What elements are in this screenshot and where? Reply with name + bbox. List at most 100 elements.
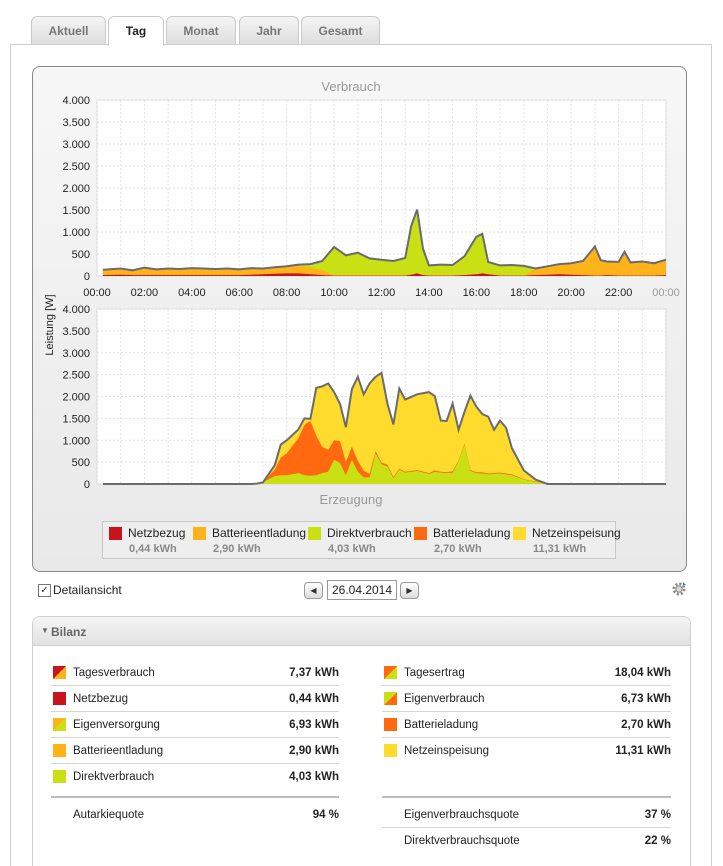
x-tick-label: 08:00 — [273, 287, 301, 299]
chart-title-erzeugung: Erzeugung — [320, 492, 383, 507]
y-tick-label: 2.000 — [62, 183, 90, 195]
bilanz-value: 0,44 kWh — [289, 693, 339, 705]
bilanz-label: Tagesertrag — [404, 667, 465, 679]
bilanz-value: 6,93 kWh — [289, 719, 339, 731]
x-tick-label: 16:00 — [463, 287, 491, 299]
bilanz-row-batterieladung: Batterieladung 2,70 kWh — [382, 712, 671, 738]
legend-swatch — [109, 527, 122, 540]
detailansicht-checkbox[interactable]: ✓ — [38, 584, 51, 597]
bilanz-label: Eigenversorgung — [73, 719, 160, 731]
y-tick-label: 1.000 — [62, 227, 90, 239]
bilanz-value: 37 % — [644, 809, 671, 821]
bilanz-value: 11,31 kWh — [615, 745, 671, 757]
bilanz-value: 22 % — [644, 835, 671, 847]
swatch-icon — [384, 744, 397, 757]
bilanz-label: Direktverbrauchsquote — [404, 835, 520, 847]
chart-legend: Netzbezug 0,44 kWh Batterieentladung 2,9… — [102, 521, 621, 559]
next-day-button[interactable]: ▶ — [400, 582, 419, 599]
bilanz-label: Eigenverbrauch — [404, 693, 485, 705]
bilanz-row-netzeinspeisung: Netzeinspeisung 11,31 kWh — [382, 738, 671, 764]
legend-value: 2,90 kWh — [213, 543, 261, 555]
bilanz-value: 7,37 kWh — [289, 667, 339, 679]
bilanz-title: Bilanz — [51, 625, 87, 639]
bilanz-label: Autarkiequote — [73, 809, 144, 821]
y-tick-label: 1.500 — [62, 205, 90, 217]
bilanz-label: Batterieladung — [404, 719, 479, 731]
chart-controls: ✓ Detailansicht ◀ 26.04.2014 ▶ — [0, 578, 723, 602]
x-tick-label: 18:00 — [510, 287, 538, 299]
x-tick-label: 00:00 — [83, 287, 111, 299]
legend-label: Batterieentladung — [212, 526, 307, 540]
legend-swatch — [513, 527, 526, 540]
bilanz-separator — [382, 796, 671, 798]
y-tick-label: 1.500 — [62, 413, 90, 425]
bilanz-row-eigenverbrauch: Eigenverbrauch 6,73 kWh — [382, 686, 671, 712]
bilanz-row-tagesertrag: Tagesertrag 18,04 kWh — [382, 660, 671, 686]
legend-value: 4,03 kWh — [328, 543, 376, 555]
y-tick-label: 0 — [84, 271, 90, 283]
x-tick-label: 06:00 — [225, 287, 253, 299]
bilanz-value: 18,04 kWh — [614, 667, 671, 679]
bilanz-row-direktverbrauch: Direktverbrauch 4,03 kWh — [51, 764, 339, 790]
swatch-icon — [384, 666, 397, 679]
energy-chart: 0 500 1.000 1.500 2.000 2.500 3.000 3.500 4.000 0… — [44, 79, 680, 507]
bilanz-value: 2,70 kWh — [621, 719, 671, 731]
y-tick-label: 0 — [84, 479, 90, 491]
date-field[interactable]: 26.04.2014 — [327, 580, 397, 600]
y-tick-label: 3.000 — [62, 348, 90, 360]
x-tick-label: 14:00 — [415, 287, 443, 299]
y-tick-label: 3.000 — [62, 139, 90, 151]
legend-swatch — [193, 527, 206, 540]
bilanz-separator — [51, 796, 339, 798]
y-tick-label: 500 — [72, 457, 90, 469]
bilanz-row-eigenversorgung: Eigenversorgung 6,93 kWh — [51, 712, 339, 738]
grid-top — [96, 99, 667, 277]
legend-value: 0,44 kWh — [129, 543, 177, 555]
bilanz-value: 94 % — [312, 809, 339, 821]
legend-label: Netzbezug — [128, 526, 186, 540]
collapse-arrow-icon: ▼ — [41, 626, 49, 635]
legend-label: Batterieladung — [433, 526, 511, 540]
bilanz-value: 6,73 kWh — [621, 693, 671, 705]
legend-label: Direktverbrauch — [327, 526, 412, 540]
y-tick-label: 3.500 — [62, 117, 90, 129]
bilanz-value: 2,90 kWh — [289, 745, 339, 757]
legend-value: 11,31 kWh — [533, 543, 587, 555]
swatch-icon — [53, 666, 66, 679]
x-tick-label: 20:00 — [557, 287, 585, 299]
y-tick-label: 2.500 — [62, 370, 90, 382]
legend-swatch — [414, 527, 427, 540]
x-tick-label: 02:00 — [131, 287, 159, 299]
x-tick-label: 00:00 — [652, 287, 680, 299]
bilanz-row-netzbezug: Netzbezug 0,44 kWh — [51, 686, 339, 712]
swatch-icon — [53, 744, 66, 757]
bilanz-label: Direktverbrauch — [73, 771, 155, 783]
bilanz-label: Netzeinspeisung — [404, 745, 490, 757]
bilanz-row-direktverbrauchsquote: Direktverbrauchsquote 22 % — [382, 828, 671, 854]
bilanz-row-autarkiequote: Autarkiequote 94 % — [51, 802, 339, 828]
swatch-icon — [53, 718, 66, 731]
x-tick-label: 12:00 — [368, 287, 396, 299]
gear-icon[interactable] — [671, 581, 687, 597]
swatch-icon — [384, 692, 397, 705]
legend-label: Netzeinspeisung — [532, 526, 621, 540]
bilanz-value: 4,03 kWh — [289, 771, 339, 783]
swatch-icon — [53, 692, 66, 705]
bilanz-label: Netzbezug — [73, 693, 128, 705]
chart-title-verbrauch: Verbrauch — [321, 79, 380, 94]
x-tick-label: 04:00 — [178, 287, 206, 299]
y-tick-label: 3.500 — [62, 326, 90, 338]
y-axis-label: Leistung [W] — [44, 294, 56, 355]
tab-tag[interactable]: Tag — [108, 16, 164, 46]
prev-day-button[interactable]: ◀ — [304, 582, 323, 599]
legend-swatch — [308, 527, 321, 540]
y-tick-label: 4.000 — [62, 95, 90, 107]
bilanz-row-batterieentladung: Batterieentladung 2,90 kWh — [51, 738, 339, 764]
y-tick-label: 1.000 — [62, 435, 90, 447]
bilanz-label: Batterieentladung — [73, 745, 164, 757]
bilanz-header[interactable]: ▼ Bilanz — [33, 617, 690, 646]
y-tick-label: 2.000 — [62, 392, 90, 404]
y-tick-label: 4.000 — [62, 304, 90, 316]
bilanz-label: Eigenverbrauchsquote — [404, 809, 520, 821]
x-tick-label: 22:00 — [605, 287, 633, 299]
